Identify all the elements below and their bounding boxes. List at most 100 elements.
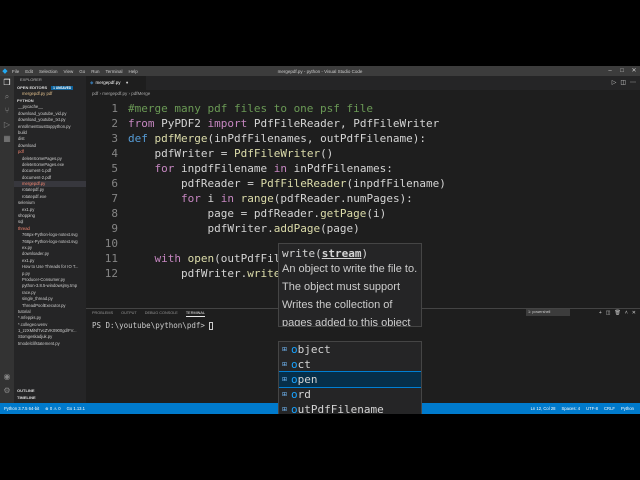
outline-section[interactable]: OUTLINE (14, 387, 86, 394)
suggestion-match: o (291, 358, 298, 371)
tab-output[interactable]: OUTPUT (121, 309, 137, 317)
line-number: 5 (111, 162, 118, 175)
status-item[interactable]: CRLF (604, 403, 615, 414)
close-icon[interactable]: ✕ (628, 66, 640, 76)
status-item[interactable]: Python 3.7.5 64-bit (4, 403, 39, 414)
tab-problems[interactable]: PROBLEMS (92, 309, 113, 317)
maximize-icon[interactable]: □ (616, 66, 628, 76)
tab-terminal[interactable]: TERMINAL (185, 309, 206, 317)
code-line: for inpdfFilename in inPdfFilenames: (154, 162, 393, 175)
suggestion-match: o (291, 343, 298, 356)
suggestion-item[interactable]: ⊞ o utPdfFilename (279, 402, 421, 414)
trash-icon[interactable]: 🗑 (615, 309, 621, 317)
line-number: 4 (111, 147, 118, 160)
panel-actions: + ◫ 🗑 ˄ ✕ (599, 309, 636, 317)
split-terminal-icon[interactable]: ◫ (606, 309, 611, 317)
vscode-window: ◆ File Edit Selection View Go Run Terminal Help… (0, 66, 640, 414)
menu-item-selection[interactable]: Selection (39, 69, 58, 74)
workspace-root[interactable]: PYTHON (14, 97, 86, 104)
code-line: page = pdfReader.getPage(i) (128, 207, 387, 220)
suggestion-item[interactable]: ⊞ o pen (279, 371, 421, 388)
suggestion-rest: rd (297, 388, 311, 401)
menu-item-terminal[interactable]: Terminal (106, 69, 123, 74)
suggestion-rest: ct (297, 358, 311, 371)
timeline-section[interactable]: TIMELINE (14, 394, 86, 401)
doc-line: pages added to this object (282, 317, 411, 327)
run-icon[interactable]: ▷ (612, 76, 617, 90)
file-tree-item[interactable]: 768px-Python-logo-notext.svg (14, 232, 86, 238)
suggestion-item[interactable]: ⊞ o bject (279, 342, 421, 357)
explorer-icon[interactable]: ❐ (2, 78, 12, 88)
suggestion-item[interactable]: ⊞ o ct (279, 357, 421, 372)
menu-item-help[interactable]: Help (129, 69, 138, 74)
split-editor-icon[interactable]: ◫ (620, 76, 626, 90)
run-debug-icon[interactable]: ▷ (2, 120, 12, 130)
doc-line: An object to write the file to. (282, 263, 418, 275)
explorer-header: EXPLORER (20, 77, 42, 82)
line-number: 10 (104, 237, 118, 250)
editor-tabs: ◆ mergepdf.py ● ▷ ◫ ⋯ (86, 76, 640, 90)
vscode-logo-icon: ◆ (2, 68, 8, 75)
tab-debug-console[interactable]: DEBUG CONSOLE (145, 309, 178, 317)
terminal-select[interactable]: 1: powershell (526, 309, 570, 316)
file-tree-item[interactable]: python-3.8.5-windowsjmy.tmp (14, 283, 86, 289)
status-item[interactable]: Go 1.13.1 (67, 403, 85, 414)
title-bar: ◆ File Edit Selection View Go Run Terminal Help… (0, 66, 640, 76)
breadcrumb[interactable]: pdf › mergepdf.py › pdfMerge (86, 90, 640, 98)
variable-icon: ⊞ (282, 406, 288, 413)
menu-item-file[interactable]: File (12, 69, 19, 74)
gear-icon[interactable]: ⚙ (2, 386, 12, 396)
status-item[interactable]: Python (621, 403, 634, 414)
code-line: def pdfMerge(inPdfFilenames, outPdfFilen… (128, 132, 427, 145)
editor-actions: ▷ ◫ ⋯ (612, 76, 636, 90)
python-file-icon: ◆ (90, 80, 94, 85)
code-line: pdfWriter.addPage(page) (128, 222, 360, 235)
suggestion-match: o (291, 373, 298, 386)
terminal-prompt: PS D:\youtube\python\pdf> (92, 321, 210, 330)
terminal-cursor (209, 322, 214, 330)
signature-param: stream (321, 247, 362, 260)
line-number: 2 (111, 117, 118, 130)
chevron-up-icon[interactable]: ˄ (625, 309, 628, 317)
doc-line: The object must support (282, 281, 401, 293)
line-number: 12 (104, 267, 118, 280)
unsaved-badge: 1 UNSAVED (51, 85, 74, 90)
status-item[interactable]: UTF-8 (586, 403, 598, 414)
menu-item-run[interactable]: Run (91, 69, 99, 74)
code-line: pdfWriter.write(o) (128, 267, 300, 280)
status-item[interactable]: Ln 12, Col 28 (531, 403, 556, 414)
tab-mergepdf[interactable]: ◆ mergepdf.py ● (86, 76, 146, 90)
source-control-icon[interactable]: ⑂ (2, 106, 12, 116)
minimize-icon[interactable]: – (604, 66, 616, 76)
doc-line: Writes the collection of (282, 299, 393, 311)
close-panel-icon[interactable]: ✕ (632, 309, 636, 317)
suggestion-match: o (291, 388, 298, 401)
menu-item-edit[interactable]: Edit (25, 69, 33, 74)
extensions-icon[interactable]: ▦ (2, 134, 12, 144)
window-controls: – □ ✕ (604, 66, 640, 76)
signature: write(stream) (282, 247, 369, 260)
menu-item-view[interactable]: View (64, 69, 74, 74)
more-actions-icon[interactable]: ⋯ (630, 76, 636, 90)
status-item[interactable]: Spaces: 4 (562, 403, 581, 414)
search-icon[interactable]: ⌕ (2, 92, 12, 102)
status-left: Python 3.7.5 64-bit ⊗ 0 ⚠ 0 Go 1.13.1 (4, 403, 85, 414)
hover-documentation: write(stream) An object to write the fil… (278, 243, 422, 327)
suggestion-match: o (291, 403, 298, 414)
terminal-output[interactable]: PS D:\youtube\python\pdf> (92, 321, 214, 330)
add-terminal-icon[interactable]: + (599, 309, 602, 317)
account-icon[interactable]: ◉ (2, 372, 12, 382)
menu-bar: File Edit Selection View Go Run Terminal Help (12, 69, 138, 74)
file-tree-item[interactable]: tmodelclifstatement.py (14, 341, 86, 347)
file-tree: __pycache__ download_youtube_vid.py downlo… (14, 104, 86, 347)
code-line: #merge many pdf files to one psf file (128, 102, 374, 115)
code-line: pdfWriter = PdfFileWriter() (128, 147, 334, 160)
line-number: 11 (104, 252, 118, 265)
activity-bar: ❐ ⌕ ⑂ ▷ ▦ ◉ ⚙ (0, 76, 14, 403)
menu-item-go[interactable]: Go (79, 69, 85, 74)
suggestion-item[interactable]: ⊞ o rd (279, 387, 421, 402)
file-tree-item[interactable]: How to Use Threads for IO T... (14, 264, 86, 270)
open-editors-section[interactable]: OPEN EDITORS 1 UNSAVED (14, 84, 86, 91)
unsaved-dot-icon[interactable]: ● (126, 80, 129, 85)
status-item[interactable]: ⊗ 0 ⚠ 0 (45, 403, 60, 414)
